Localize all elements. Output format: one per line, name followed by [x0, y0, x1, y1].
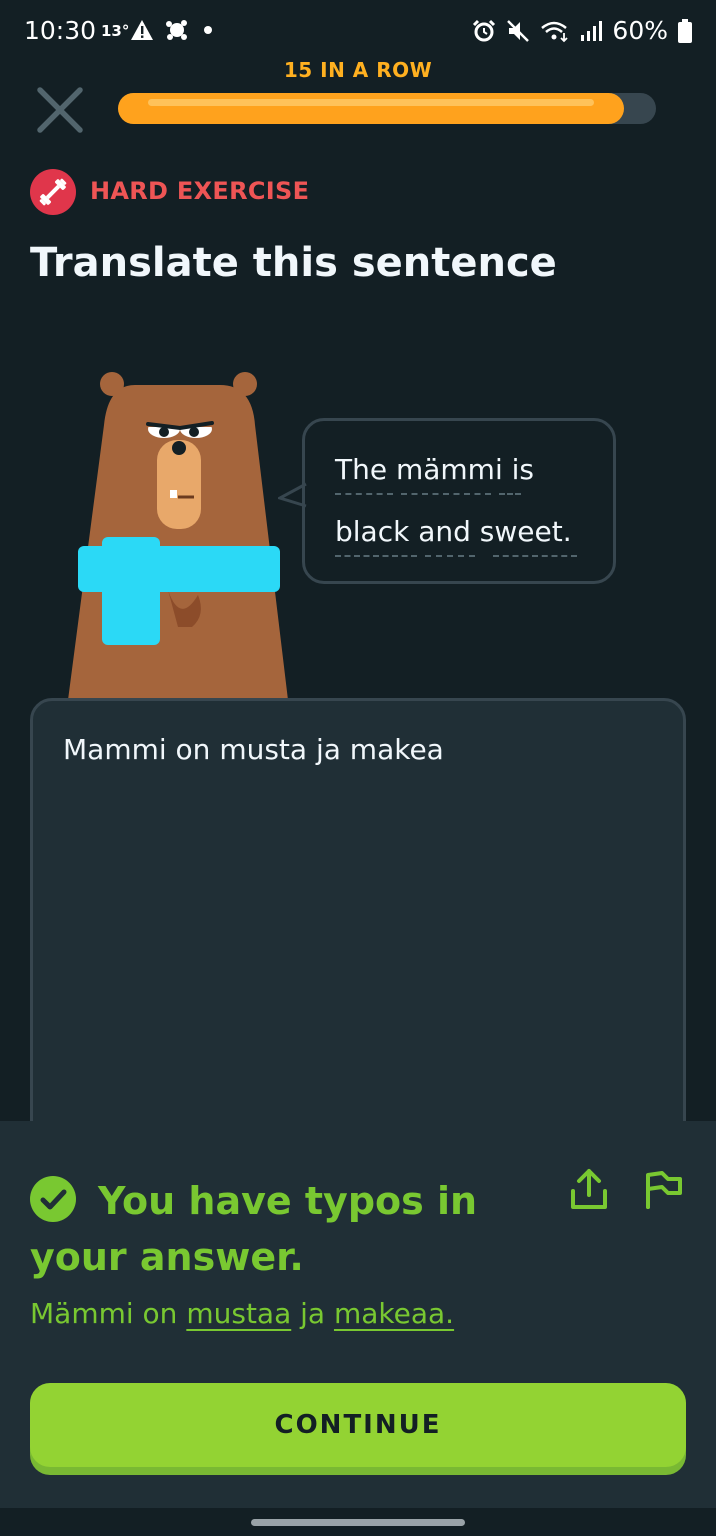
battery-percent: 60% — [612, 16, 668, 45]
prompt-line-1[interactable]: The mämmi is — [335, 453, 534, 486]
wifi-icon — [541, 21, 569, 42]
mute-icon — [507, 19, 530, 42]
hint-underline — [425, 555, 475, 557]
answer-text: Mammi on musta ja makea — [63, 733, 444, 766]
page-title: Translate this sentence — [30, 240, 557, 286]
hint-underline — [401, 493, 491, 495]
home-indicator[interactable] — [251, 1519, 465, 1526]
continue-button[interactable]: CONTINUE — [30, 1383, 686, 1467]
warning-icon — [131, 20, 153, 40]
correction-text: ja — [291, 1297, 334, 1330]
system-nav-bar — [0, 1508, 716, 1536]
hint-underline — [493, 555, 577, 557]
hint-underline — [335, 555, 417, 557]
weather-icon — [166, 20, 187, 40]
feedback-panel: You have typos in your answer. Mämmi on … — [0, 1121, 716, 1508]
corrected-word: makeaa. — [333, 1297, 455, 1330]
progress-fill — [118, 93, 624, 124]
dot-icon — [204, 26, 212, 34]
speech-bubble: The mämmi is black and sweet. — [302, 418, 616, 584]
corrected-word: mustaa — [186, 1297, 292, 1330]
status-bar: 10:30 13° 60% — [0, 0, 716, 64]
continue-label: CONTINUE — [274, 1410, 442, 1440]
flag-icon — [646, 1171, 682, 1209]
progress-shine — [148, 99, 594, 106]
answer-textarea[interactable]: Mammi on musta ja makea — [30, 698, 686, 1178]
share-icon — [571, 1169, 607, 1209]
difficulty-label: HARD EXERCISE — [90, 177, 310, 205]
progress-bar — [118, 93, 656, 124]
hint-underline — [335, 493, 393, 495]
alarm-icon — [473, 19, 496, 41]
feedback-title: You have typos in your answer. — [30, 1179, 478, 1279]
report-button[interactable] — [642, 1167, 684, 1211]
share-button[interactable] — [567, 1167, 611, 1213]
status-temperature: 13° — [101, 22, 130, 40]
signal-icon — [581, 20, 603, 41]
correction-text: Mämmi on — [30, 1297, 187, 1330]
close-button[interactable] — [34, 84, 86, 136]
battery-icon — [678, 18, 692, 43]
correct-answer: Mämmi on mustaa ja makeaa. — [30, 1297, 454, 1330]
streak-label: 15 IN A ROW — [283, 58, 433, 82]
hint-underline — [499, 493, 521, 495]
prompt-line-2[interactable]: black and sweet. — [335, 515, 572, 548]
dumbbell-icon — [30, 169, 76, 215]
status-time: 10:30 — [24, 16, 97, 45]
close-icon — [37, 87, 83, 133]
bear-character — [68, 372, 288, 700]
